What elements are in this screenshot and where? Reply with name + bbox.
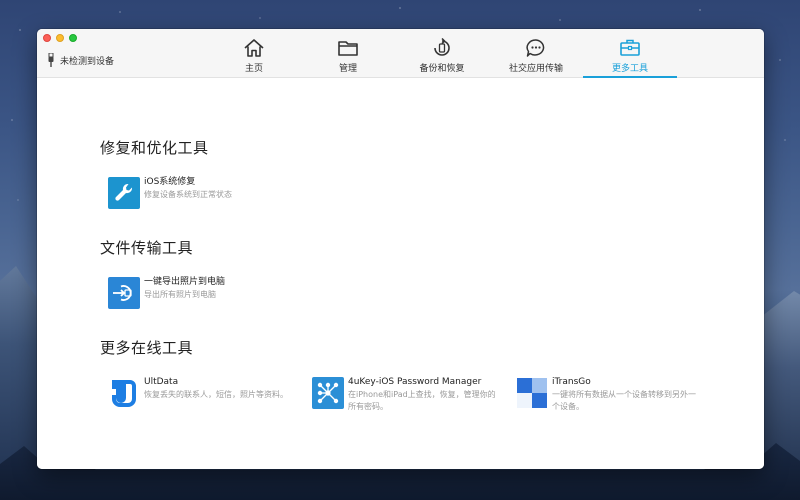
tool-ultdata[interactable]: UltData 恢复丢失的联系人，短信，照片等资料。 bbox=[108, 377, 288, 409]
backup-restore-icon bbox=[431, 38, 453, 58]
4ukey-logo-icon bbox=[312, 377, 344, 409]
tool-itransgo[interactable]: iTransGo 一键将所有数据从一个设备转移到另外一个设备。 bbox=[516, 377, 702, 413]
tool-ios-repair-desc: 修复设备系统到正常状态 bbox=[144, 190, 232, 199]
minimize-window-button[interactable] bbox=[56, 34, 64, 42]
tab-home[interactable]: 主页 bbox=[207, 29, 301, 78]
tool-export-photos-desc: 导出所有照片到电脑 bbox=[144, 290, 216, 299]
tab-more-tools-label: 更多工具 bbox=[611, 64, 648, 74]
wrench-icon bbox=[108, 177, 140, 209]
maximize-window-button[interactable] bbox=[69, 34, 77, 42]
tool-export-photos[interactable]: 一键导出照片到电脑 导出所有照片到电脑 bbox=[108, 277, 225, 309]
tab-backup-restore-label: 备份和恢复 bbox=[419, 64, 465, 74]
tool-ios-repair[interactable]: iOS系统修复 修复设备系统到正常状态 bbox=[108, 177, 232, 209]
tool-4ukey[interactable]: 4uKey-iOS Password Manager 在iPhone和iPad上… bbox=[312, 377, 498, 413]
tool-4ukey-name: 4uKey-iOS Password Manager bbox=[348, 377, 482, 387]
tab-more-tools[interactable]: 更多工具 bbox=[583, 29, 677, 78]
tab-backup-restore[interactable]: 备份和恢复 bbox=[395, 29, 489, 78]
tab-manage[interactable]: 管理 bbox=[301, 29, 395, 78]
device-status-label: 未检测到设备 bbox=[60, 56, 115, 67]
tool-itransgo-desc: 一键将所有数据从一个设备转移到另外一个设备。 bbox=[552, 390, 696, 411]
ultdata-logo-icon bbox=[108, 377, 140, 409]
main-content: 修复和优化工具 iOS系统修复 修复设备系统到正常状态 文件传输工具 一键导出照… bbox=[37, 78, 764, 469]
tool-export-photos-name: 一键导出照片到电脑 bbox=[144, 277, 226, 287]
tab-social-transfer-label: 社交应用传输 bbox=[508, 64, 563, 74]
section-title-repair: 修复和优化工具 bbox=[100, 139, 209, 157]
home-icon bbox=[243, 38, 265, 58]
tool-ultdata-desc: 恢复丢失的联系人，短信，照片等资料。 bbox=[144, 390, 288, 399]
device-status: 未检测到设备 bbox=[48, 53, 114, 67]
tool-ultdata-name: UltData bbox=[144, 377, 179, 387]
tool-itransgo-name: iTransGo bbox=[552, 377, 591, 387]
window-controls bbox=[43, 34, 77, 42]
itransgo-logo-icon bbox=[516, 377, 548, 409]
title-bar: 未检测到设备 主页 管理 备份和恢复 社交应用传输 更多工具 bbox=[37, 29, 764, 78]
tab-home-label: 主页 bbox=[244, 64, 263, 74]
tool-4ukey-desc: 在iPhone和iPad上查找，恢复，管理你的所有密码。 bbox=[348, 390, 496, 411]
tool-ios-repair-name: iOS系统修复 bbox=[144, 177, 196, 187]
export-to-pc-icon bbox=[108, 277, 140, 309]
app-window: 未检测到设备 主页 管理 备份和恢复 社交应用传输 更多工具 修复和优化工具 i… bbox=[37, 29, 764, 469]
main-tabs: 主页 管理 备份和恢复 社交应用传输 更多工具 bbox=[207, 29, 677, 78]
tab-social-transfer[interactable]: 社交应用传输 bbox=[489, 29, 583, 78]
usb-plug-icon bbox=[48, 53, 54, 67]
toolbox-icon bbox=[619, 38, 641, 58]
section-title-file-transfer: 文件传输工具 bbox=[100, 239, 194, 257]
tab-manage-label: 管理 bbox=[338, 64, 357, 74]
close-window-button[interactable] bbox=[43, 34, 51, 42]
folder-icon bbox=[337, 38, 359, 58]
chat-bubble-icon bbox=[525, 38, 547, 58]
section-title-online-tools: 更多在线工具 bbox=[100, 339, 194, 357]
